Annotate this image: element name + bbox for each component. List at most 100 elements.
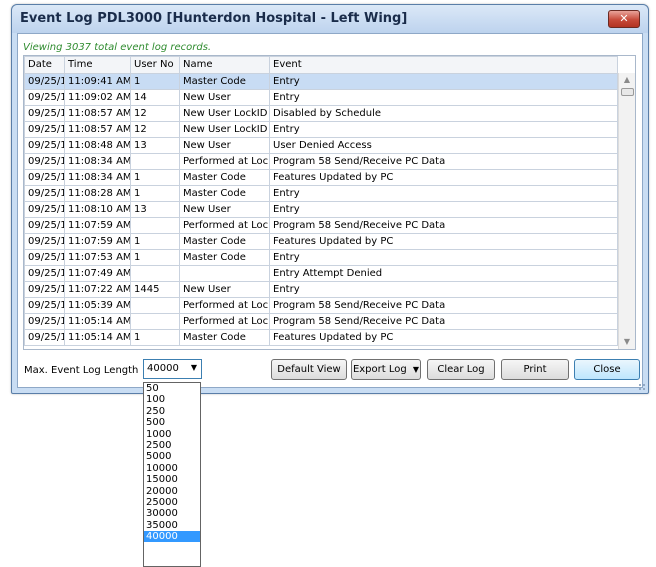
title-bar[interactable]: Event Log PDL3000 [Hunterdon Hospital - … xyxy=(12,5,648,33)
cell-date: 09/25/13 xyxy=(24,121,65,138)
dropdown-option[interactable]: 15000 xyxy=(144,474,200,485)
table-row[interactable]: 09/25/1311:08:57 AM12New User LockID 1Di… xyxy=(24,105,618,122)
cell-name: Master Code xyxy=(179,249,270,266)
default-view-button[interactable]: Default View xyxy=(271,359,347,380)
table-row[interactable]: 09/25/1311:07:53 AM1Master CodeEntry xyxy=(24,249,618,266)
cell-event: Entry xyxy=(269,121,618,138)
column-header-name[interactable]: Name xyxy=(179,56,270,74)
table-row[interactable]: 09/25/1311:05:14 AM1Master CodeFeatures … xyxy=(24,329,618,346)
print-button[interactable]: Print xyxy=(501,359,569,380)
dropdown-option[interactable]: 10000 xyxy=(144,463,200,474)
cell-event: Program 58 Send/Receive PC Data xyxy=(269,297,618,314)
clear-log-button[interactable]: Clear Log xyxy=(427,359,495,380)
cell-name: New User xyxy=(179,137,270,154)
column-header-time[interactable]: Time xyxy=(64,56,131,74)
cell-time: 11:05:39 AM xyxy=(64,297,131,314)
cell-date: 09/25/13 xyxy=(24,169,65,186)
cell-event: Program 58 Send/Receive PC Data xyxy=(269,313,618,330)
dropdown-option[interactable]: 500 xyxy=(144,417,200,428)
cell-time: 11:07:59 AM xyxy=(64,233,131,250)
cell-date: 09/25/13 xyxy=(24,201,65,218)
cell-user-no xyxy=(130,265,180,282)
cell-name: Master Code xyxy=(179,329,270,346)
cell-user-no xyxy=(130,217,180,234)
column-header-user-no[interactable]: User No xyxy=(130,56,180,74)
max-log-length-value: 40000 xyxy=(147,363,179,374)
dropdown-option[interactable]: 5000 xyxy=(144,451,200,462)
cell-date: 09/25/13 xyxy=(24,329,65,346)
cell-time: 11:07:59 AM xyxy=(64,217,131,234)
cell-date: 09/25/13 xyxy=(24,153,65,170)
table-row[interactable]: 09/25/1311:08:57 AM12New User LockID 1En… xyxy=(24,121,618,138)
cell-time: 11:07:49 AM xyxy=(64,265,131,282)
cell-event: Program 58 Send/Receive PC Data xyxy=(269,153,618,170)
table-row[interactable]: 09/25/1311:07:22 AM1445New UserEntry xyxy=(24,281,618,298)
cell-name: Performed at Lock xyxy=(179,153,270,170)
window-close-button[interactable]: ✕ xyxy=(608,10,640,28)
cell-event: Entry xyxy=(269,249,618,266)
cell-date: 09/25/13 xyxy=(24,281,65,298)
cell-event: Features Updated by PC xyxy=(269,233,618,250)
scroll-down-arrow-icon[interactable]: ▼ xyxy=(619,335,635,349)
dropdown-arrow-icon: ▼ xyxy=(190,363,197,372)
scrollbar-thumb[interactable] xyxy=(621,88,634,96)
cell-date: 09/25/13 xyxy=(24,249,65,266)
dropdown-option[interactable]: 1000 xyxy=(144,429,200,440)
cell-user-no: 1 xyxy=(130,185,180,202)
column-header-date[interactable]: Date xyxy=(24,56,65,74)
table-row[interactable]: 09/25/1311:08:28 AM1Master CodeEntry xyxy=(24,185,618,202)
cell-date: 09/25/13 xyxy=(24,105,65,122)
table-row[interactable]: 09/25/1311:09:41 AM1Master CodeEntry xyxy=(24,73,618,90)
dropdown-option[interactable]: 30000 xyxy=(144,508,200,519)
cell-user-no xyxy=(130,153,180,170)
dropdown-option[interactable]: 100 xyxy=(144,394,200,405)
cell-user-no: 1 xyxy=(130,233,180,250)
default-view-label: Default View xyxy=(277,364,341,375)
cell-user-no: 1 xyxy=(130,329,180,346)
column-header-event[interactable]: Event xyxy=(269,56,618,74)
dropdown-option[interactable]: 25000 xyxy=(144,497,200,508)
max-log-length-dropdown-list[interactable]: 50 100 250 500 1000 2500 5000 10000 15000 20000 25… xyxy=(143,382,201,567)
max-log-length-select[interactable]: 40000 ▼ xyxy=(143,359,202,379)
window-client-area: Viewing 3037 total event log records. Da… xyxy=(17,33,643,388)
dropdown-option[interactable]: 20000 xyxy=(144,486,200,497)
scroll-up-arrow-icon[interactable]: ▲ xyxy=(619,73,635,87)
export-log-label: Export Log xyxy=(352,364,407,375)
cell-user-no: 13 xyxy=(130,201,180,218)
table-header-row: Date Time User No Name Event xyxy=(24,56,618,74)
cell-name: New User xyxy=(179,281,270,298)
cell-user-no: 12 xyxy=(130,105,180,122)
cell-name: Master Code xyxy=(179,185,270,202)
event-log-grid[interactable]: Date Time User No Name Event 09/25/1311:… xyxy=(23,55,636,350)
table-row[interactable]: 09/25/1311:05:14 AM Performed at LockProg… xyxy=(24,313,618,330)
dropdown-option[interactable]: 35000 xyxy=(144,520,200,531)
cell-name: Master Code xyxy=(179,233,270,250)
table-row[interactable]: 09/25/1311:05:39 AM Performed at LockProg… xyxy=(24,297,618,314)
table-row[interactable]: 09/25/1311:07:59 AM1Master CodeFeatures … xyxy=(24,233,618,250)
table-row[interactable]: 09/25/1311:07:49 AM Entry Attempt Denied xyxy=(24,265,618,282)
export-log-button[interactable]: Export Log ▼ xyxy=(351,359,421,380)
cell-date: 09/25/13 xyxy=(24,217,65,234)
cell-time: 11:08:34 AM xyxy=(64,169,131,186)
cell-time: 11:08:48 AM xyxy=(64,137,131,154)
table-row[interactable]: 09/25/1311:08:10 AM13New UserEntry xyxy=(24,201,618,218)
table-row[interactable]: 09/25/1311:07:59 AM Performed at LockProg… xyxy=(24,217,618,234)
table-row[interactable]: 09/25/1311:08:34 AM1Master CodeFeatures … xyxy=(24,169,618,186)
bottom-toolbar: Max. Event Log Length 40000 ▼ Default Vi… xyxy=(18,354,642,390)
table-row[interactable]: 09/25/1311:08:34 AM Performed at LockProg… xyxy=(24,153,618,170)
cell-date: 09/25/13 xyxy=(24,265,65,282)
resize-grip-icon[interactable] xyxy=(638,383,646,391)
cell-time: 11:08:57 AM xyxy=(64,121,131,138)
table-row[interactable]: 09/25/1311:09:02 AM14New UserEntry xyxy=(24,89,618,106)
dropdown-option[interactable]: 40000 xyxy=(144,531,200,543)
cell-event: Entry xyxy=(269,89,618,106)
cell-name: Performed at Lock xyxy=(179,217,270,234)
cell-time: 11:08:10 AM xyxy=(64,201,131,218)
table-row[interactable]: 09/25/1311:08:48 AM13New UserUser Denied… xyxy=(24,137,618,154)
dropdown-option[interactable]: 250 xyxy=(144,406,200,417)
table-body: 09/25/1311:09:41 AM1Master CodeEntry09/2… xyxy=(24,73,618,346)
close-button[interactable]: Close xyxy=(574,359,640,380)
dropdown-option[interactable]: 50 xyxy=(144,383,200,394)
dropdown-option[interactable]: 2500 xyxy=(144,440,200,451)
vertical-scrollbar[interactable]: ▲ ▼ xyxy=(618,73,635,349)
